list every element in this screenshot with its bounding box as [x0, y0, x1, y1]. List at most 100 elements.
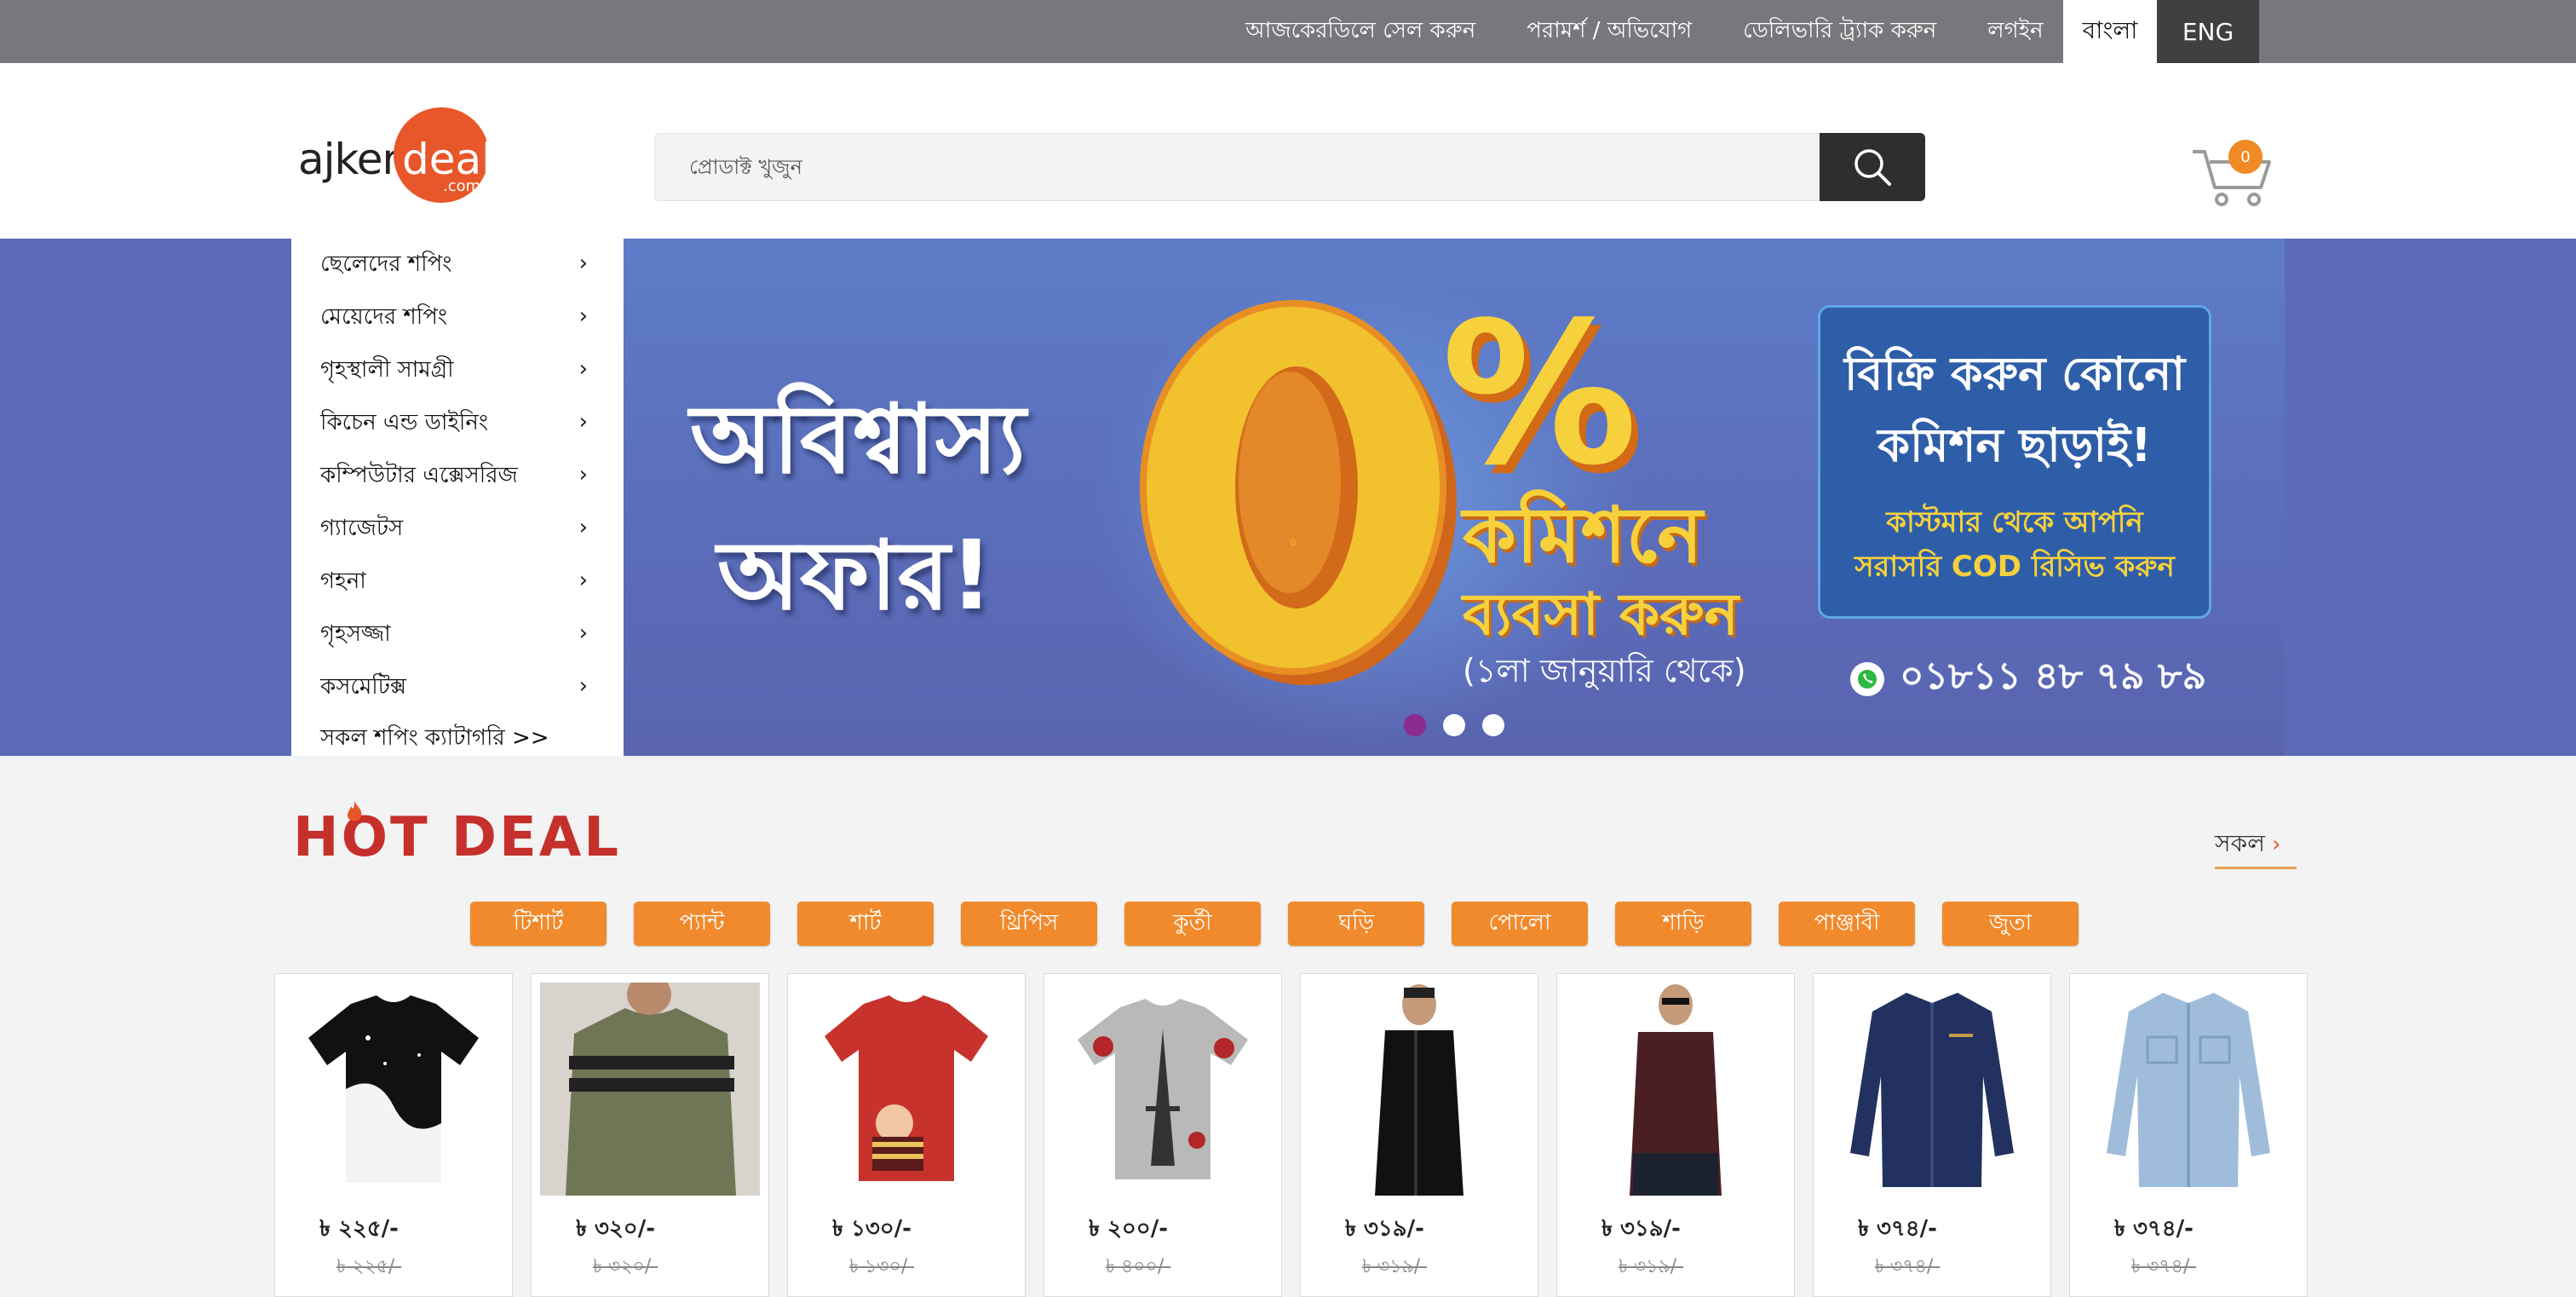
filter-shoes[interactable]: জুতা [1942, 902, 2079, 946]
product-card[interactable]: ৳ ২২৫/- ৳ ২২৫/- [274, 973, 513, 1297]
product-old-price: ৳ ২২৫/- [336, 1256, 402, 1277]
category-label: গহনা [320, 568, 366, 594]
product-image [284, 983, 503, 1196]
product-image [1822, 983, 2042, 1196]
category-menu: ছেলেদের শপিং › মেয়েদের শপিং › গৃহস্থালী স… [291, 239, 624, 756]
product-card[interactable]: ৳ ৩৭৪/- ৳ ৩৭৪/- [1813, 973, 2051, 1297]
category-item-mens-shopping[interactable]: ছেলেদের শপিং › [291, 239, 624, 291]
flame-icon [347, 801, 362, 821]
banner-box-line-3: কাস্টমার থেকে আপনি [1886, 505, 2143, 539]
category-label: কিচেন এন্ড ডাইনিং [320, 410, 489, 435]
category-item-kitchen-dining[interactable]: কিচেন এন্ড ডাইনিং › [291, 397, 624, 450]
category-item-jewelry[interactable]: গহনা › [291, 556, 624, 608]
filter-kurti[interactable]: কুর্তী [1124, 902, 1261, 946]
category-label: মেয়েদের শপিং [320, 304, 448, 330]
banner-box-line-4: সরাসরি COD রিসিভ করুন [1854, 550, 2175, 584]
chevron-right-icon: › [578, 409, 588, 435]
category-label: গৃহসজ্জা [320, 621, 391, 647]
product-price: ৳ ১৩০/- [832, 1216, 911, 1242]
category-item-home-decor[interactable]: গৃহসজ্জা › [291, 608, 624, 661]
product-image [1053, 983, 1273, 1196]
search-input[interactable] [655, 134, 1819, 200]
search-button[interactable] [1820, 133, 1925, 201]
login-link[interactable]: লগইন [1987, 13, 2043, 50]
category-item-gadgets[interactable]: গ্যাজেটস › [291, 503, 624, 556]
product-card[interactable]: ৳ ৩১৯/- ৳ ৩১৯/- [1300, 973, 1538, 1297]
promo-banner[interactable]: অবিশ্বাস্য অফার! 0 % কমিশনে ব্যবসা করুন … [624, 239, 2285, 756]
product-price: ৳ ৩১৯/- [1601, 1216, 1681, 1242]
chevron-right-icon: › [578, 251, 588, 276]
product-image [540, 983, 760, 1196]
filter-watch[interactable]: ঘড়ি [1288, 902, 1424, 946]
product-card[interactable]: ৳ ৩১৯/- ৳ ৩১৯/- [1556, 973, 1795, 1297]
chevron-right-icon: › [578, 515, 588, 540]
product-card[interactable]: ৳ ৩৭৪/- ৳ ৩৭৪/- [2069, 973, 2308, 1297]
hot-deal-products: ৳ ২২৫/- ৳ ২২৫/- ৳ ৩২০/- ৳ ৩২০/- ৳ ১৩০/- … [274, 973, 2326, 1297]
logo-text-ajker: ajker [298, 135, 400, 184]
category-item-household[interactable]: গৃহস্থালী সামগ্রী › [291, 344, 624, 397]
product-price: ৳ ৩৭৪/- [1858, 1216, 1937, 1242]
banner-zero-graphic: 0 [1140, 300, 1457, 685]
product-price: ৳ ৩৭৪/- [2114, 1216, 2194, 1242]
category-item-cosmetics[interactable]: কসমেটিক্স › [291, 661, 624, 714]
banner-headline-2: অফার! [717, 521, 994, 631]
chevron-right-icon: › [578, 673, 588, 699]
banner-date: (১লা জানুয়ারি থেকে) [1463, 652, 1746, 689]
filter-pant[interactable]: প্যান্ট [634, 902, 770, 946]
logo-text-dotcom: .com [443, 177, 481, 195]
banner-box-line-2: কমিশন ছাড়াই! [1877, 418, 2152, 472]
chevron-right-icon: › [578, 462, 588, 487]
chevron-right-icon: › [578, 303, 588, 329]
filter-saree[interactable]: শাড়ি [1615, 902, 1751, 946]
filter-panjabi[interactable]: পাঞ্জাবী [1779, 902, 1915, 946]
cart-count-badge: 0 [2228, 140, 2263, 174]
filter-threepiece[interactable]: থ্রিপিস [961, 902, 1097, 946]
category-item-all[interactable]: সকল শপিং ক্যাটাগরি >> [291, 712, 624, 765]
category-label: গৃহস্থালী সামগ্রী [320, 357, 454, 383]
category-label: গ্যাজেটস [320, 516, 404, 541]
banner-phone-number: ০১৮১১ ৪৮ ৭৯ ৮৯ [1900, 654, 2207, 698]
see-all-label: সকল [2215, 829, 2265, 857]
search-icon [1854, 149, 1891, 186]
banner-zero-text: 0 [1291, 539, 1296, 548]
hero-section: ছেলেদের শপিং › মেয়েদের শপিং › গৃহস্থালী স… [0, 239, 2576, 756]
product-old-price: ৳ ৩৭৪/- [2131, 1256, 2197, 1277]
product-card[interactable]: ৳ ৩২০/- ৳ ৩২০/- [531, 973, 769, 1297]
product-card[interactable]: ৳ ২০০/- ৳ ৪০০/- [1044, 973, 1282, 1297]
logo[interactable]: ajker deal .com [298, 107, 494, 206]
filter-tshirt[interactable]: টিশার্ট [470, 902, 607, 946]
product-old-price: ৳ ৪০০/- [1106, 1256, 1171, 1277]
product-card[interactable]: ৳ ১৩০/- ৳ ১৩০/- [787, 973, 1026, 1297]
banner-box-line-1: বিক্রি করুন কোনো [1843, 347, 2186, 401]
filter-polo[interactable]: পোলো [1452, 902, 1588, 946]
lang-bangla-button[interactable]: বাংলা [2063, 0, 2157, 63]
product-old-price: ৳ ৩১৯/- [1362, 1256, 1428, 1277]
product-image [1309, 983, 1529, 1196]
language-switch: বাংলা ENG [2063, 0, 2259, 63]
cart-button[interactable]: 0 [2189, 140, 2274, 208]
banner-info-box: বিক্রি করুন কোনো কমিশন ছাড়াই! কাস্টমার … [1818, 305, 2211, 619]
carousel-dot-2[interactable] [1443, 714, 1465, 736]
product-price: ৳ ২২৫/- [319, 1216, 399, 1242]
category-item-computer-accessories[interactable]: কম্পিউটার এক্সেসরিজ › [291, 450, 624, 503]
product-old-price: ৳ ৩২০/- [593, 1256, 658, 1277]
search-bar [654, 133, 1925, 201]
carousel-dot-1[interactable] [1404, 714, 1426, 736]
product-price: ৳ ৩২০/- [576, 1216, 656, 1242]
carousel-dot-3[interactable] [1482, 714, 1504, 736]
category-item-womens-shopping[interactable]: মেয়েদের শপিং › [291, 291, 624, 344]
filter-shirt[interactable]: শার্ট [797, 902, 934, 946]
banner-headline-1: অবিশ্বাস্য [690, 384, 1026, 495]
product-image [1566, 983, 1785, 1196]
hot-deal-filters: টিশার্ট প্যান্ট শার্ট থ্রিপিস কুর্তী ঘড়… [470, 902, 2106, 946]
track-delivery-link[interactable]: ডেলিভারি ট্র্যাক করুন [1743, 13, 1936, 50]
chevron-right-icon: › [578, 356, 588, 382]
lang-english-button[interactable]: ENG [2157, 0, 2259, 63]
see-all-link[interactable]: সকল › [2215, 825, 2297, 869]
sell-on-ajkerdeal-link[interactable]: আজকেরডিলে সেল করুন [1245, 13, 1475, 50]
whatsapp-icon [1850, 661, 1884, 696]
product-old-price: ৳ ৩১৯/- [1619, 1256, 1684, 1277]
feedback-link[interactable]: পরামর্শ / অভিযোগ [1527, 13, 1692, 50]
banner-phone: ০১৮১১ ৪৮ ৭৯ ৮৯ [1850, 648, 2206, 710]
chevron-right-icon: › [2271, 832, 2281, 857]
